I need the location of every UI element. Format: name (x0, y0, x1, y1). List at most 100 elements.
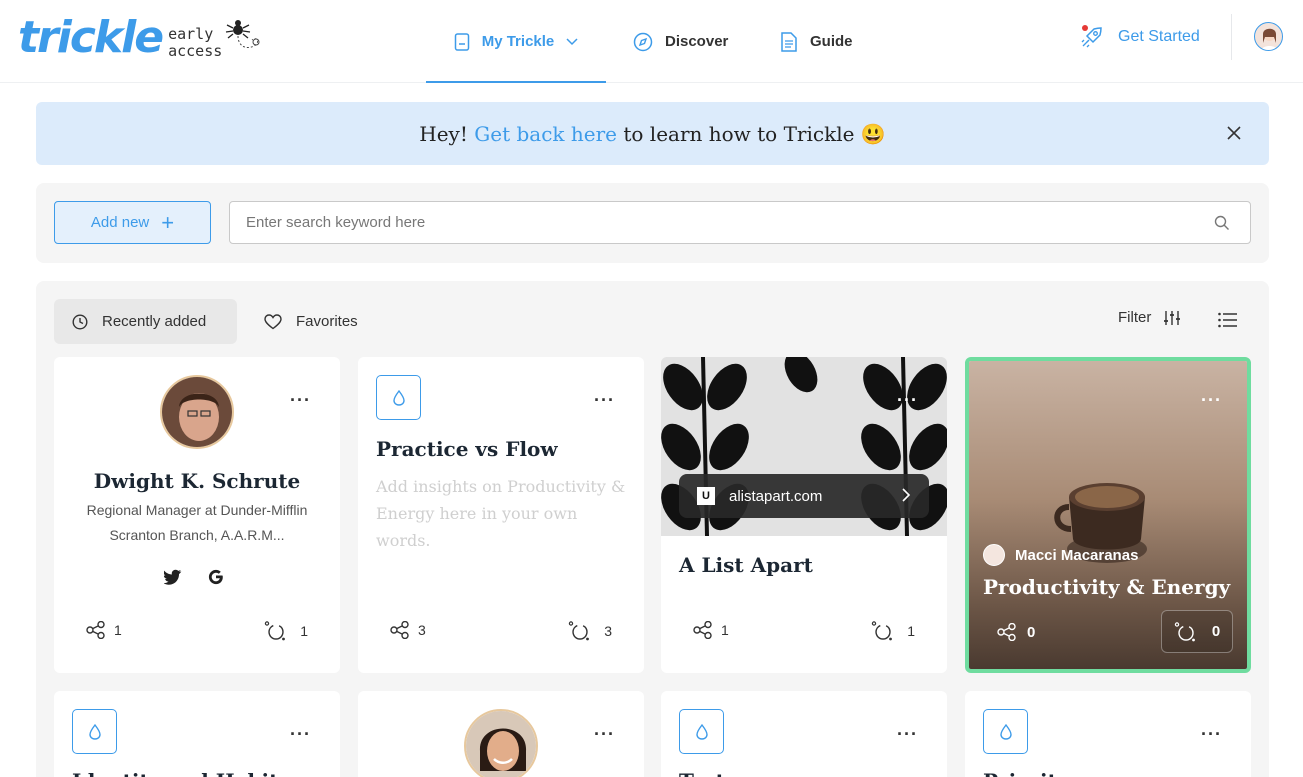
note-card[interactable]: ··· Test (661, 691, 947, 777)
author-chip[interactable]: Macci Macaranas (983, 544, 1138, 566)
search-panel: Add new + (36, 183, 1269, 263)
nav-my-trickle-label: My Trickle (481, 33, 555, 50)
link-domain: alistapart.com (729, 487, 823, 505)
logo-early-access: early access (168, 26, 222, 60)
card-footer: 1 1 (54, 621, 340, 645)
header-divider (1231, 14, 1232, 60)
search-input[interactable] (246, 214, 1186, 231)
note-card[interactable]: ··· Identity and Habits (54, 691, 340, 777)
share-stat[interactable]: 3 (390, 621, 426, 639)
note-title: Practice vs Flow (376, 437, 558, 461)
get-started-label: Get Started (1118, 28, 1200, 45)
card-menu-button[interactable]: ··· (290, 725, 311, 743)
featured-title: Productivity & Energy (983, 575, 1231, 599)
compass-icon (633, 32, 653, 51)
drop-icon (392, 389, 405, 406)
note-card[interactable]: ··· Priority (965, 691, 1251, 777)
trickle-drops-icon (1174, 621, 1195, 641)
card-menu-button[interactable]: ··· (594, 725, 615, 743)
drop-icon (88, 723, 101, 740)
person-card[interactable]: ··· Dwight K. Schrute Regional Manager a… (54, 357, 340, 673)
card-menu-button[interactable]: ··· (1201, 391, 1222, 409)
nav-guide-label: Guide (810, 33, 853, 50)
share-stat[interactable]: 1 (86, 621, 122, 639)
card-menu-button[interactable]: ··· (594, 391, 615, 409)
drop-icon (999, 723, 1012, 740)
tab-recently-added[interactable]: Recently added (54, 299, 237, 344)
share-count: 0 (1027, 623, 1036, 641)
tab-favorites-label: Favorites (296, 313, 358, 330)
person-avatar-image (466, 711, 536, 777)
note-placeholder: Add insights on Productivity & Energy he… (376, 477, 626, 550)
nav-my-trickle[interactable]: My Trickle (426, 0, 606, 83)
top-header: trickle early access My Trickle Discover… (0, 0, 1303, 83)
user-avatar-image (1260, 28, 1279, 50)
person-card[interactable]: ··· (358, 691, 644, 777)
trickle-stat[interactable]: 3 (568, 621, 612, 641)
tab-favorites[interactable]: Favorites (264, 299, 358, 344)
nav-discover-label: Discover (665, 33, 729, 50)
plus-icon: + (161, 209, 175, 235)
logo-sub-line2: access (168, 42, 223, 60)
search-field[interactable] (229, 201, 1251, 244)
notebook-icon (454, 32, 469, 51)
smile-emoji-icon: 😃 (860, 121, 886, 146)
link-card[interactable]: ··· U alistapart.com A List Apart 1 1 (661, 357, 947, 673)
drop-badge (679, 709, 724, 754)
user-avatar[interactable] (1254, 22, 1283, 51)
nav-discover[interactable]: Discover (633, 0, 728, 83)
nav-guide[interactable]: Guide (780, 0, 853, 83)
banner-lead: Hey! (419, 121, 475, 146)
share-icon (390, 621, 409, 639)
get-started-button[interactable]: Get Started (1080, 22, 1200, 52)
add-new-button[interactable]: Add new + (54, 201, 211, 244)
note-title: Identity and Habits (72, 769, 290, 777)
person-name: Dwight K. Schrute (93, 469, 301, 493)
featured-card[interactable]: ··· Macci Macaranas Productivity & Energ… (965, 357, 1251, 673)
trickle-stat[interactable]: 1 (871, 621, 915, 641)
card-footer: 3 3 (358, 621, 644, 645)
filter-button[interactable]: Filter (1118, 309, 1181, 326)
twitter-icon[interactable] (164, 569, 182, 585)
note-title: Priority (983, 769, 1069, 777)
card-menu-button[interactable]: ··· (290, 391, 311, 409)
trickle-stat[interactable]: 0 (1161, 610, 1233, 653)
banner-tail: to learn how to Trickle (617, 121, 861, 146)
person-avatar (464, 709, 538, 777)
trickle-stat[interactable]: 1 (264, 621, 308, 641)
filter-label: Filter (1118, 309, 1152, 326)
sliders-icon (1164, 310, 1181, 325)
share-stat[interactable]: 0 (997, 623, 1035, 641)
share-icon (997, 623, 1016, 641)
share-stat[interactable]: 1 (693, 621, 729, 639)
author-avatar (983, 544, 1005, 566)
list-view-icon[interactable] (1218, 312, 1238, 328)
trickle-count: 1 (907, 623, 915, 639)
note-card[interactable]: ··· Practice vs Flow Add insights on Pro… (358, 357, 644, 673)
banner-link[interactable]: Get back here (474, 122, 617, 146)
clock-icon (72, 313, 88, 330)
card-menu-button[interactable]: ··· (897, 725, 918, 743)
close-icon[interactable] (1225, 124, 1243, 142)
card-footer: 1 1 (661, 621, 947, 645)
trickle-drops-icon (872, 621, 893, 641)
card-menu-button[interactable]: ··· (1201, 725, 1222, 743)
trickle-count: 0 (1211, 623, 1221, 640)
heart-icon (264, 313, 282, 329)
trickle-count: 1 (300, 623, 308, 639)
drop-badge (983, 709, 1028, 754)
document-icon (781, 31, 797, 52)
tab-recently-added-label: Recently added (102, 313, 207, 330)
link-domain-button[interactable]: U alistapart.com (679, 474, 929, 518)
search-icon[interactable] (1214, 215, 1230, 231)
link-preview-image: ··· U alistapart.com (661, 357, 947, 536)
trickle-drops-icon (265, 621, 286, 641)
add-new-label: Add new (90, 214, 150, 231)
trickle-logo[interactable]: trickle early access (18, 12, 264, 64)
google-icon[interactable] (208, 569, 224, 585)
card-menu-button[interactable]: ··· (897, 391, 918, 409)
link-title: A List Apart (679, 553, 813, 577)
share-icon (86, 621, 105, 639)
share-count: 1 (721, 622, 729, 638)
person-avatar (160, 375, 234, 449)
